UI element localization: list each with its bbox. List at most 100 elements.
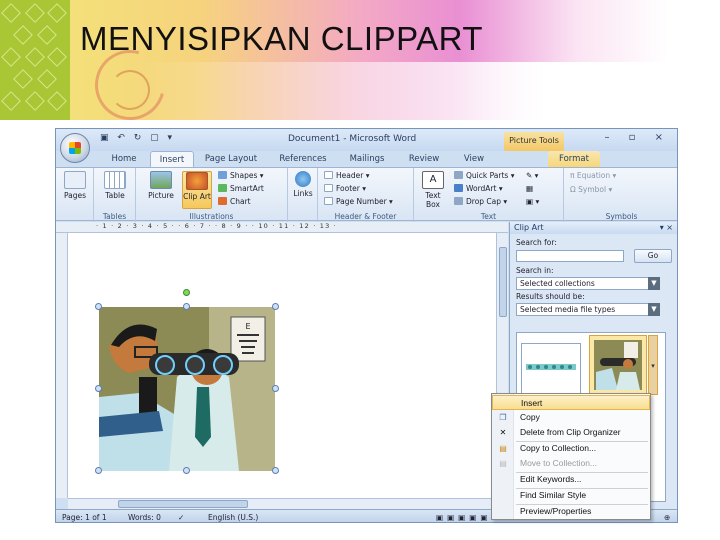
picture-icon	[150, 171, 172, 189]
office-logo-icon	[69, 142, 81, 154]
tab-page-layout[interactable]: Page Layout	[200, 151, 262, 167]
search-for-input[interactable]	[516, 250, 624, 262]
quick-parts-button[interactable]: Quick Parts ▾	[454, 171, 514, 180]
smartart-icon	[218, 184, 227, 192]
footer-icon	[324, 184, 333, 192]
pages-icon	[64, 171, 86, 189]
shapes-button[interactable]: Shapes ▾	[218, 171, 264, 180]
chevron-down-icon: ▼	[648, 277, 660, 290]
pane-title: Clip Art ▾ ×	[510, 222, 677, 234]
zoom-in-icon[interactable]: ⊕	[664, 513, 670, 522]
clip-thumbnail-selected[interactable]	[589, 335, 647, 395]
shapes-icon	[218, 171, 227, 179]
page-count[interactable]: Page: 1 of 1	[62, 513, 107, 522]
picture-button[interactable]: Picture	[146, 171, 176, 200]
office-button[interactable]	[60, 133, 90, 163]
table-icon	[104, 171, 126, 189]
resize-handle[interactable]	[272, 385, 279, 392]
resize-handle[interactable]	[183, 467, 190, 474]
optometrist-clipart: E	[99, 307, 275, 471]
header-button[interactable]: Header ▾	[324, 171, 369, 180]
border-clip-icon	[526, 364, 576, 370]
view-buttons[interactable]: ▣▣▣▣▣	[436, 513, 491, 522]
footer-button[interactable]: Footer ▾	[324, 184, 366, 193]
smartart-button[interactable]: SmartArt	[218, 184, 264, 193]
resize-handle[interactable]	[95, 303, 102, 310]
chart-button[interactable]: Chart	[218, 197, 251, 206]
menu-item-delete[interactable]: ✕ Delete from Clip Organizer	[492, 425, 650, 440]
quick-access-toolbar[interactable]: ▣ ↶ ↻ ▢ ▾	[100, 133, 175, 143]
title-bar: ▣ ↶ ↻ ▢ ▾ Document1 - Microsoft Word Pic…	[56, 129, 677, 151]
results-type-select[interactable]: Selected media file types ▼	[516, 303, 660, 316]
menu-item-find-similar-style[interactable]: Find Similar Style	[492, 488, 650, 503]
go-button[interactable]: Go	[634, 249, 672, 263]
word-count[interactable]: Words: 0	[128, 513, 161, 522]
delete-icon: ✕	[499, 428, 507, 437]
clip-thumbnail[interactable]	[521, 343, 581, 395]
globe-icon	[295, 171, 311, 187]
chevron-down-icon: ▼	[648, 303, 660, 316]
clip-art-button[interactable]: Clip Art	[182, 171, 212, 209]
menu-item-preview-properties[interactable]: Preview/Properties	[492, 504, 650, 519]
pane-close-icon[interactable]: ▾ ×	[660, 222, 673, 234]
clip-dropdown-arrow[interactable]: ▾	[648, 335, 658, 395]
tab-references[interactable]: References	[272, 151, 334, 167]
resize-handle[interactable]	[183, 303, 190, 310]
text-box-button[interactable]: A Text Box	[418, 171, 448, 209]
scroll-thumb[interactable]	[499, 247, 507, 317]
proofing-icon[interactable]: ✓	[178, 513, 184, 522]
tab-mailings[interactable]: Mailings	[342, 151, 392, 167]
quick-parts-icon	[454, 171, 463, 179]
rotate-handle[interactable]	[183, 289, 190, 296]
scroll-thumb[interactable]	[118, 500, 248, 508]
ribbon-tabs: Home Insert Page Layout References Maili…	[96, 151, 676, 167]
copy-icon: ❐	[499, 413, 507, 422]
menu-item-copy-to-collection[interactable]: ▤ Copy to Collection...	[492, 441, 650, 456]
group-tables: Table Tables	[94, 168, 136, 222]
wordart-icon	[454, 184, 463, 192]
menu-item-insert[interactable]: Insert	[492, 395, 650, 410]
move-icon: ▤	[499, 459, 507, 468]
page-number-button[interactable]: Page Number ▾	[324, 197, 393, 206]
wordart-button[interactable]: WordArt ▾	[454, 184, 503, 193]
picture-tools-label: Picture Tools	[504, 132, 564, 151]
date-time-icon[interactable]: ▦	[526, 184, 533, 193]
resize-handle[interactable]	[95, 467, 102, 474]
resize-handle[interactable]	[272, 303, 279, 310]
symbol-button[interactable]: Ω Symbol ▾	[570, 185, 612, 194]
tab-home[interactable]: Home	[104, 151, 144, 167]
header-icon	[324, 171, 333, 179]
insert-icon	[499, 399, 509, 408]
tab-review[interactable]: Review	[402, 151, 446, 167]
tab-format[interactable]: Format	[548, 151, 600, 167]
signature-line-icon[interactable]: ✎ ▾	[526, 171, 538, 180]
ribbon: Pages Table Tables Picture Clip Art Shap…	[56, 167, 677, 222]
object-icon[interactable]: ▣ ▾	[526, 197, 539, 206]
language-status[interactable]: English (U.S.)	[208, 513, 258, 522]
menu-item-copy[interactable]: ❐ Copy	[492, 410, 650, 425]
horizontal-scrollbar[interactable]	[68, 498, 508, 509]
table-button[interactable]: Table	[100, 171, 130, 200]
green-pattern-strip	[0, 0, 70, 120]
horizontal-ruler[interactable]: · 1 · 2 · 3 · 4 · 5 · · 6 · 7 · · 8 · 9 …	[56, 222, 508, 233]
menu-item-move-to-collection: ▤ Move to Collection...	[499, 458, 598, 468]
resize-handle[interactable]	[272, 467, 279, 474]
search-in-select[interactable]: Selected collections ▼	[516, 277, 660, 290]
drop-cap-button[interactable]: Drop Cap ▾	[454, 197, 507, 206]
slide-header-band	[0, 0, 720, 120]
window-controls[interactable]: – ▫ ×	[604, 132, 671, 143]
pages-button[interactable]: Pages	[60, 171, 90, 200]
inserted-clipart-image[interactable]: E	[99, 307, 275, 471]
tab-view[interactable]: View	[454, 151, 494, 167]
tab-insert[interactable]: Insert	[150, 151, 194, 167]
document-title: Document1 - Microsoft Word	[288, 134, 417, 144]
drop-cap-icon	[454, 197, 463, 205]
menu-item-edit-keywords[interactable]: Edit Keywords...	[492, 472, 650, 487]
equation-button[interactable]: π Equation ▾	[570, 171, 616, 180]
resize-handle[interactable]	[95, 385, 102, 392]
slide-title: MENYISIPKAN CLIPPART	[80, 20, 484, 57]
group-pages: Pages	[56, 168, 94, 222]
links-button[interactable]: Links	[288, 171, 318, 198]
vertical-ruler	[56, 233, 68, 498]
page-number-icon	[324, 197, 333, 205]
